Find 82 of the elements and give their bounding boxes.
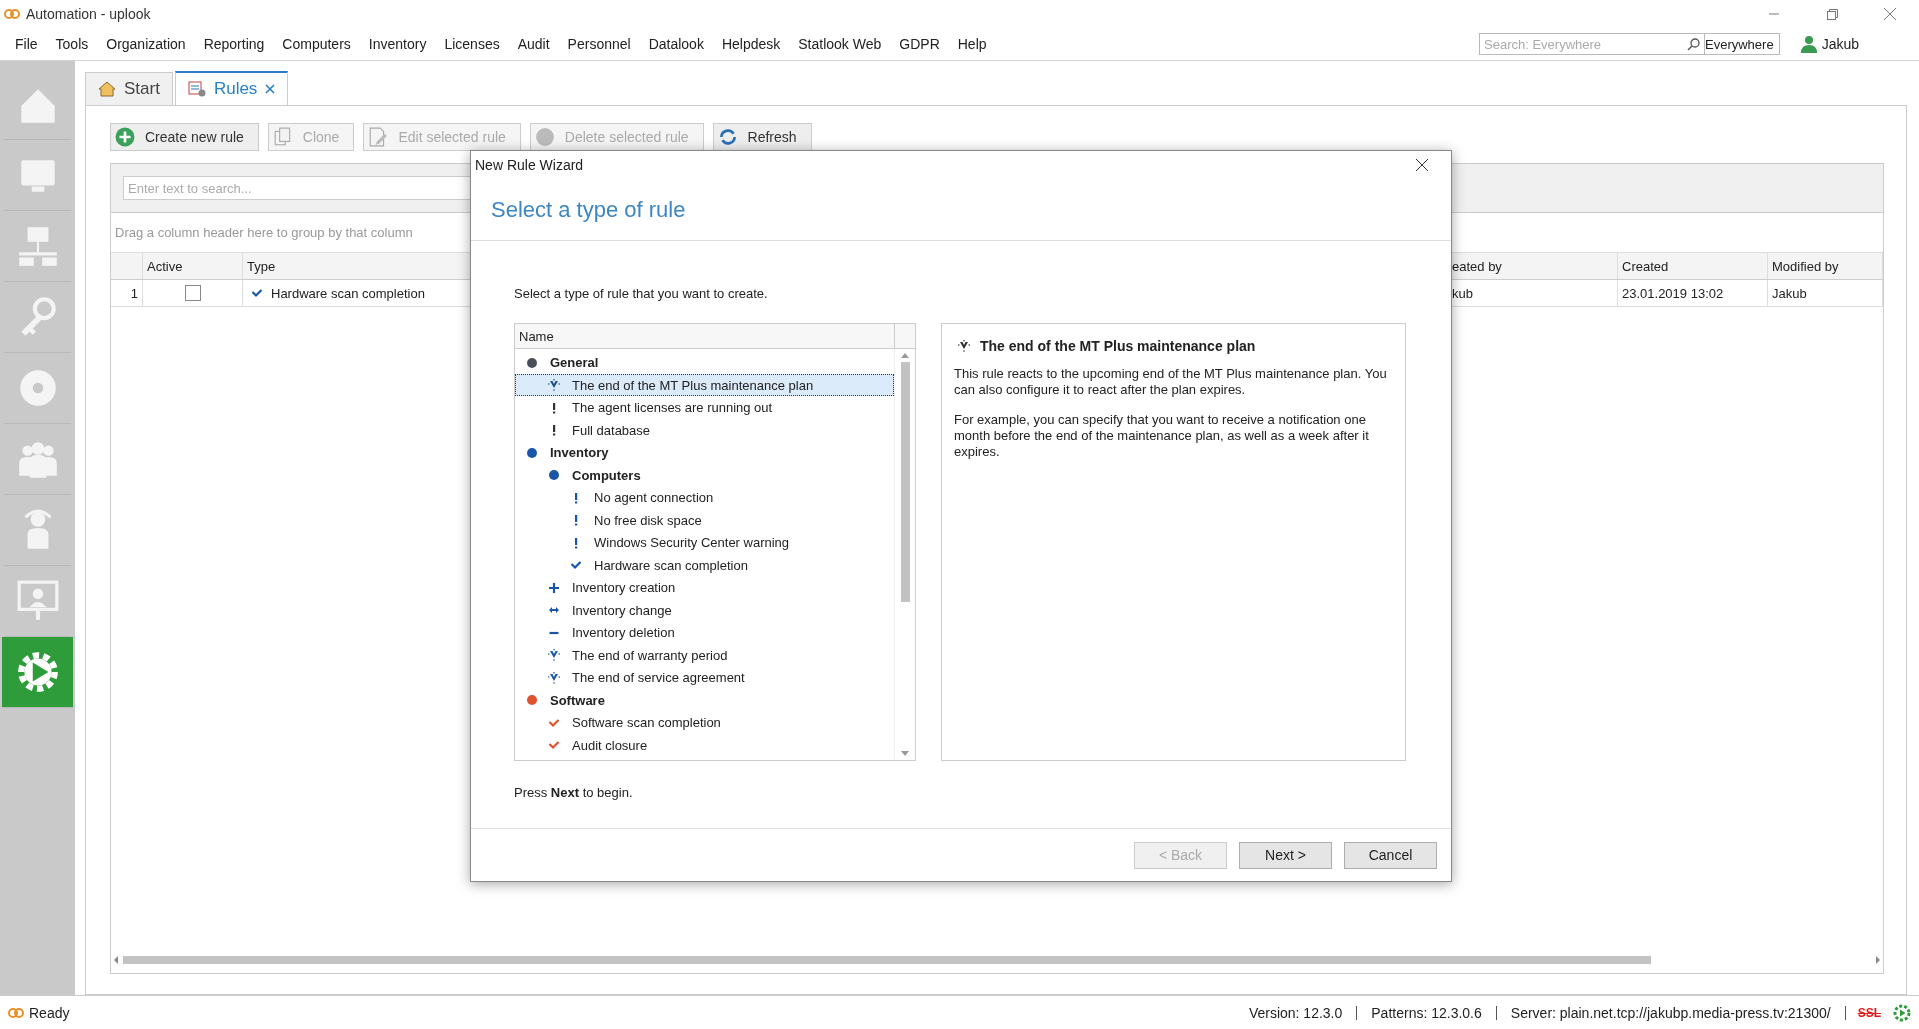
gear-play-icon[interactable]	[2, 637, 73, 708]
table-cell: 23.01.2019 13:02	[1618, 280, 1768, 306]
tree-item[interactable]: The end of warranty period	[515, 643, 894, 667]
table-cell: Hardware scan completion	[271, 285, 425, 301]
column-header[interactable]: Modified by	[1768, 253, 1883, 279]
tree-item[interactable]: Inventory deletion	[515, 621, 894, 644]
scrollbar-thumb[interactable]	[123, 956, 1651, 964]
menu-item[interactable]: Help	[948, 36, 996, 52]
tree-item[interactable]: Hardware scan completion	[515, 553, 894, 577]
description-title: The end of the MT Plus maintenance plan	[980, 338, 1256, 355]
tree-item[interactable]: Inventory creation	[515, 576, 894, 599]
scroll-up-icon[interactable]	[901, 353, 909, 359]
scroll-right-icon[interactable]	[1875, 956, 1881, 964]
instruction-text: Select a type of rule that you want to create.	[514, 286, 769, 302]
tree-item[interactable]: Windows Security Center warning	[515, 531, 894, 554]
tree-item[interactable]: Audit closure	[515, 733, 894, 757]
gear-icon	[1893, 1003, 1911, 1022]
menu-item[interactable]: Statlook Web	[789, 36, 891, 52]
status-text: Ready	[29, 1004, 70, 1021]
tab[interactable]: Rules	[174, 71, 289, 105]
user-icon	[1799, 35, 1818, 53]
window-title: Automation - uplook	[26, 6, 152, 22]
app-logo-icon	[4, 8, 20, 20]
menu-item[interactable]: Tools	[46, 36, 98, 52]
add-icon	[115, 127, 135, 147]
dialog-button[interactable]: Next >	[1239, 841, 1332, 869]
menu-item[interactable]: File	[6, 36, 47, 52]
menu-item[interactable]: GDPR	[890, 36, 949, 52]
tree-item[interactable]: The agent licenses are running out	[515, 396, 894, 419]
close-icon[interactable]	[1416, 159, 1428, 171]
table-cell: Jakub	[1768, 280, 1883, 306]
column-header[interactable]: Created	[1618, 253, 1768, 279]
check-icon	[251, 287, 263, 299]
tree-group[interactable]: Inventory	[515, 441, 894, 464]
scroll-down-icon[interactable]	[901, 751, 909, 757]
dialog-heading: Select a type of rule	[471, 179, 1451, 242]
tree-group[interactable]: Computers	[515, 463, 894, 487]
status-text: Patterns: 12.3.0.6	[1357, 1005, 1497, 1020]
toolbar-button[interactable]: Create new rule	[110, 123, 259, 151]
search-field[interactable]: Search: Everywhere	[1479, 33, 1705, 55]
tree-group[interactable]: Software	[515, 688, 894, 712]
tree-item[interactable]: Full database	[515, 418, 894, 442]
menu-item[interactable]: Helpdesk	[712, 36, 790, 52]
tree-item[interactable]: Software scan completion	[515, 711, 894, 734]
tree-group[interactable]: General	[515, 351, 894, 374]
app-logo-icon	[8, 1006, 24, 1019]
tab[interactable]: Start	[85, 72, 173, 105]
refresh-icon	[717, 127, 738, 147]
tree-item[interactable]: The end of the MT Plus maintenance plan	[515, 373, 894, 397]
copy-icon	[272, 127, 293, 147]
menu-item[interactable]: Computers	[273, 36, 360, 52]
toolbar-button[interactable]: Refresh	[712, 123, 812, 151]
menu-item[interactable]: Organization	[97, 36, 195, 52]
menu-item[interactable]: Personnel	[558, 36, 640, 52]
scroll-left-icon[interactable]	[113, 956, 119, 964]
menu-item[interactable]: Reporting	[194, 36, 274, 52]
dialog-title: New Rule Wizard	[475, 157, 585, 173]
tree-item[interactable]: No agent connection	[515, 486, 894, 509]
tree-item[interactable]: Inventory change	[515, 598, 894, 622]
description-text: For example, you can specify that you want to receive a notification one month before the end of the maintenance plan, as well as a week after it expires.	[954, 412, 1370, 461]
menu-item[interactable]: Datalook	[639, 36, 713, 52]
dotted-chevron-icon	[958, 340, 970, 353]
row-number: 1	[111, 280, 143, 306]
edit-icon	[368, 127, 389, 147]
tree-item[interactable]: No free disk space	[515, 508, 894, 532]
menu-item[interactable]: Licenses	[435, 36, 509, 52]
scrollbar-thumb[interactable]	[900, 362, 910, 603]
status-text: Version: 12.3.0	[1234, 1005, 1358, 1020]
status-text: Server: plain.net.tcp://jakubp.media-press.tv:21300/	[1496, 1005, 1846, 1020]
house-icon	[98, 81, 116, 97]
description-text: This rule reacts to the upcoming end of the MT Plus maintenance plan. You can also configure it to react after the plan expires.	[954, 366, 1388, 399]
user-name[interactable]: Jakub	[1821, 36, 1859, 52]
menu-item[interactable]: Audit	[508, 36, 559, 52]
menu-item[interactable]: Inventory	[359, 36, 436, 52]
rules-icon	[187, 81, 206, 97]
column-header[interactable]: Active	[143, 253, 243, 279]
hint-text: Press Next to begin.	[514, 785, 634, 801]
checkbox[interactable]	[184, 285, 201, 301]
restore-icon[interactable]	[1826, 8, 1838, 20]
dialog-button[interactable]: Cancel	[1344, 841, 1437, 869]
ssl-indicator: SSL	[1856, 1005, 1882, 1020]
tree-item[interactable]: The end of service agreement	[515, 666, 894, 689]
